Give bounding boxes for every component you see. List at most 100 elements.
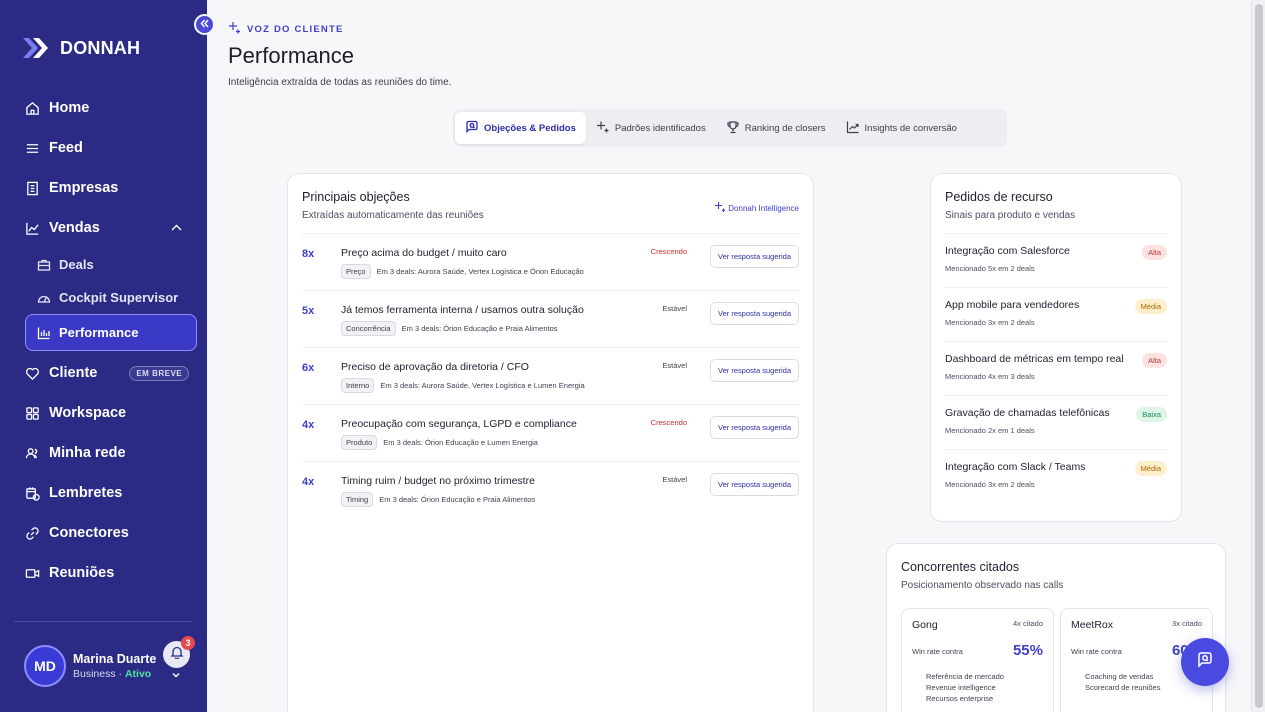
sidebar-item-label: Lembretes (49, 485, 123, 501)
user-plan-name: Business (73, 668, 116, 680)
list-item: 8x Preço acima do budget / muito caro Pr… (302, 234, 799, 291)
chevron-down-icon[interactable] (171, 670, 181, 683)
sidebar-item-cliente[interactable]: Cliente EM BREVE (0, 353, 207, 393)
list-item[interactable]: Dashboard de métricas em tempo real Menc… (945, 342, 1167, 396)
suggested-answer-button[interactable]: Ver resposta sugerida (710, 302, 799, 325)
sidebar-item-label: Workspace (49, 405, 127, 421)
suggested-answer-button[interactable]: Ver resposta sugerida (710, 359, 799, 382)
chat-search-icon (465, 120, 479, 137)
list-item: 4x Preocupação com segurança, LGPD e com… (302, 405, 799, 462)
sidebar-item-cockpit-supervisor[interactable]: Cockpit Supervisor (0, 281, 207, 314)
trend-label: Estável (662, 304, 687, 313)
request-meta: Mencionado 3x em 2 deals (945, 480, 1035, 489)
brand[interactable]: DONNAH (22, 36, 140, 60)
list-item: 6x Preciso de aprovação da diretoria / C… (302, 348, 799, 405)
sidebar-item-home[interactable]: Home (0, 88, 207, 128)
competitor-card-gong[interactable]: Gong 4x citado Win rate contra 55% Refer… (901, 608, 1054, 712)
sidebar-item-reunioes[interactable]: Reuniões (0, 553, 207, 593)
tab-ranking-closers[interactable]: Ranking de closers (716, 112, 836, 144)
page-scrollbar[interactable] (1251, 0, 1265, 712)
list-item[interactable]: Integração com Salesforce Mencionado 5x … (945, 234, 1167, 288)
eyebrow-label: VOZ DO CLIENTE (247, 23, 344, 35)
win-rate-label: Win rate contra (912, 647, 963, 656)
request-title: Integração com Salesforce (945, 245, 1070, 257)
double-chevron-left-icon (199, 18, 210, 32)
priority-badge: Média (1134, 299, 1167, 314)
grid-icon (24, 405, 40, 421)
request-title: Dashboard de métricas em tempo real (945, 353, 1124, 365)
win-rate-label: Win rate contra (1071, 647, 1122, 656)
sidebar-item-label: Deals (59, 257, 94, 272)
sidebar-item-label: Performance (59, 325, 139, 340)
objection-tag: Preço (341, 264, 371, 279)
chevron-up-icon[interactable] (170, 221, 183, 238)
trend-label: Estável (662, 361, 687, 370)
sidebar-item-label: Conectores (49, 525, 129, 541)
objection-deals: Em 3 deals: Órion Educação e Praia Alime… (401, 324, 558, 333)
objection-meta: Preço Em 3 deals: Aurora Saúde, Vertex L… (341, 264, 584, 279)
user-plan-separator: · (118, 668, 123, 680)
heart-icon (24, 365, 40, 381)
chat-assistant-button[interactable] (1181, 638, 1229, 686)
user-card[interactable]: MD Marina Duarte Business · Ativo (24, 645, 156, 687)
suggested-answer-button[interactable]: Ver resposta sugerida (710, 416, 799, 439)
objection-deals: Em 3 deals: Aurora Saúde, Vertex Logísti… (376, 267, 584, 276)
objection-count: 8x (302, 248, 315, 260)
objection-meta: Produto Em 3 deals: Órion Educação e Lum… (341, 435, 538, 450)
sidebar-item-lembretes[interactable]: Lembretes (0, 473, 207, 513)
objection-count: 4x (302, 419, 315, 431)
objection-count: 4x (302, 476, 315, 488)
request-title: Gravação de chamadas telefônicas (945, 407, 1110, 419)
tab-label: Padrões identificados (614, 122, 706, 134)
suggested-answer-button[interactable]: Ver resposta sugerida (710, 245, 799, 268)
sidebar-nav: Home Feed Empresas Vendas Deals Cockpit … (0, 88, 207, 593)
sidebar-item-minha-rede[interactable]: Minha rede (0, 433, 207, 473)
avatar: MD (24, 645, 66, 687)
bar-chart-icon (36, 325, 51, 340)
tab-label: Ranking de closers (744, 122, 826, 134)
sidebar-item-label: Reuniões (49, 565, 115, 581)
collapse-sidebar-button[interactable] (194, 14, 215, 35)
objection-title: Preocupação com segurança, LGPD e compli… (341, 418, 577, 430)
tab-padroes-identificados[interactable]: Padrões identificados (586, 112, 716, 144)
trend-up-icon (846, 120, 860, 137)
calendar-clock-icon (24, 485, 40, 501)
tab-insights-conversao[interactable]: Insights de conversão (836, 112, 967, 144)
gauge-icon (36, 290, 51, 305)
list-item[interactable]: Gravação de chamadas telefônicas Mencion… (945, 396, 1167, 450)
sidebar-item-performance[interactable]: Performance (25, 314, 197, 351)
briefcase-icon (36, 257, 51, 272)
competitor-point: Recursos enterprise (926, 694, 994, 703)
scrollbar-thumb[interactable] (1255, 4, 1263, 708)
page-title: Performance (228, 43, 354, 68)
sparkles-icon (228, 21, 241, 37)
objection-title: Preciso de aprovação da diretoria / CFO (341, 361, 529, 373)
sidebar-item-deals[interactable]: Deals (0, 248, 207, 281)
list-item: 4x Timing ruim / budget no próximo trime… (302, 462, 799, 519)
sidebar-item-conectores[interactable]: Conectores (0, 513, 207, 553)
sidebar-item-vendas[interactable]: Vendas (0, 208, 207, 248)
tab-label: Insights de conversão (864, 122, 957, 134)
competitor-point: Coaching de vendas (1085, 672, 1154, 681)
priority-badge: Alta (1142, 245, 1167, 260)
objection-meta: Timing Em 3 deals: Órion Educação e Prai… (341, 492, 535, 507)
chart-line-icon (24, 220, 40, 236)
objection-title: Timing ruim / budget no próximo trimestr… (341, 475, 535, 487)
request-meta: Mencionado 5x em 2 deals (945, 264, 1035, 273)
list-item[interactable]: Integração com Slack / Teams Mencionado … (945, 450, 1167, 504)
sidebar-item-feed[interactable]: Feed (0, 128, 207, 168)
trend-label: Crescendo (650, 418, 687, 427)
sidebar-item-empresas[interactable]: Empresas (0, 168, 207, 208)
sidebar-item-workspace[interactable]: Workspace (0, 393, 207, 433)
objection-meta: Concorrência Em 3 deals: Órion Educação … (341, 321, 558, 336)
tab-objecoes-pedidos[interactable]: Objeções & Pedidos (455, 112, 586, 144)
list-item: 5x Já temos ferramenta interna / usamos … (302, 291, 799, 348)
priority-badge: Baixa (1136, 407, 1167, 422)
list-item[interactable]: App mobile para vendedores Mencionado 3x… (945, 288, 1167, 342)
competitor-point: Referência de mercado (926, 672, 1004, 681)
objection-title: Preço acima do budget / muito caro (341, 247, 507, 259)
objection-tag: Timing (341, 492, 374, 507)
suggested-answer-button[interactable]: Ver resposta sugerida (710, 473, 799, 496)
competitors-title: Concorrentes citados (901, 560, 1020, 574)
competitor-cited: 3x citado (1171, 619, 1202, 628)
